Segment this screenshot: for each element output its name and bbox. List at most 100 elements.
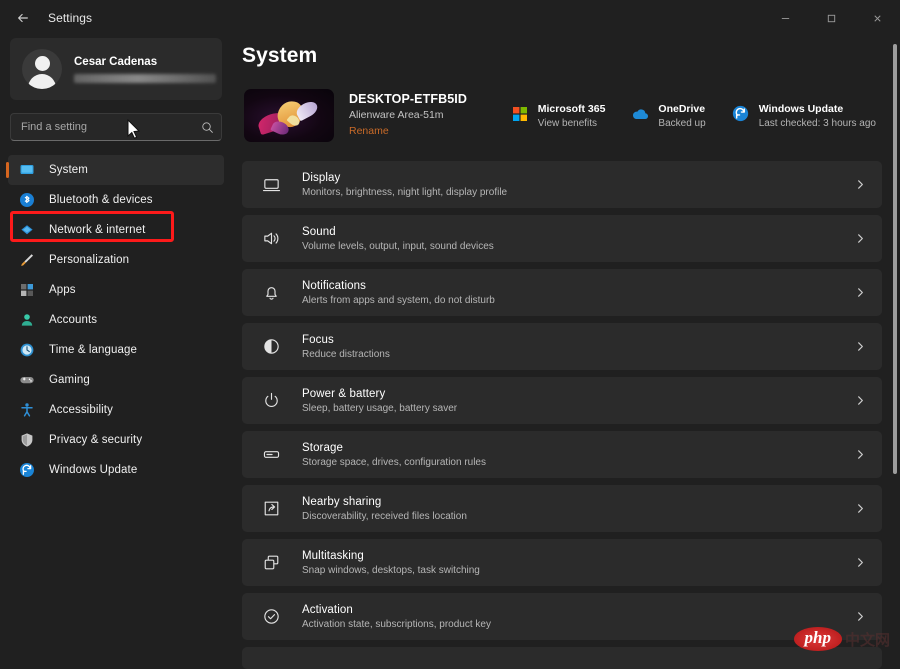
close-button[interactable]	[854, 0, 900, 36]
row-subtitle: Storage space, drives, configuration rul…	[302, 456, 486, 468]
search-button[interactable]	[198, 118, 216, 136]
chevron-right-icon[interactable]	[852, 393, 868, 409]
caption-buttons	[762, 0, 900, 36]
status-item-onedrive[interactable]: OneDrive Backed up	[631, 103, 706, 129]
title-bar: Settings	[0, 0, 900, 36]
row-text: Nearby sharing Discoverability, received…	[302, 496, 852, 522]
sidebar: Cesar Cadenas Find a setting System Blue…	[0, 36, 232, 669]
row-subtitle: Monitors, brightness, night light, displ…	[302, 186, 508, 198]
sidebar-item-label: Accessibility	[49, 404, 113, 416]
chevron-right-icon[interactable]	[852, 339, 868, 355]
maximize-icon	[827, 14, 835, 22]
row-title: Nearby sharing	[302, 495, 382, 508]
rename-link[interactable]: Rename	[349, 125, 389, 137]
settings-row-sound[interactable]: Sound Volume levels, output, input, soun…	[242, 215, 882, 262]
paintbrush-icon	[18, 251, 36, 269]
sidebar-item-label: Network & internet	[49, 224, 146, 236]
minimize-icon	[781, 17, 789, 19]
apps-grid-icon	[18, 281, 36, 299]
minimize-button[interactable]	[762, 0, 808, 36]
search-icon	[201, 121, 213, 133]
sidebar-item-apps[interactable]: Apps	[8, 275, 224, 305]
sidebar-item-network-internet[interactable]: Network & internet	[8, 215, 224, 245]
device-info: DESKTOP-ETFB5ID Alienware Area-51m Renam…	[349, 92, 467, 139]
settings-row-power-battery[interactable]: Power & battery Sleep, battery usage, ba…	[242, 377, 882, 424]
status-item-microsoft-365[interactable]: Microsoft 365 View benefits	[511, 103, 605, 129]
sidebar-item-accounts[interactable]: Accounts	[8, 305, 224, 335]
sidebar-item-windows-update[interactable]: Windows Update	[8, 455, 224, 485]
sidebar-item-label: Time & language	[49, 344, 138, 356]
status-title: OneDrive	[658, 102, 706, 115]
update-refresh-icon	[18, 461, 36, 479]
monitor-icon	[18, 161, 36, 179]
status-item-windows-update[interactable]: Windows Update Last checked: 3 hours ago	[732, 103, 876, 129]
settings-row-nearby-sharing[interactable]: Nearby sharing Discoverability, received…	[242, 485, 882, 532]
row-title: Storage	[302, 441, 343, 454]
chevron-right-icon[interactable]	[852, 609, 868, 625]
display-monitor-icon	[260, 174, 282, 196]
row-subtitle: Snap windows, desktops, task switching	[302, 564, 480, 576]
row-subtitle: Activation state, subscriptions, product…	[302, 618, 491, 630]
row-text: Notifications Alerts from apps and syste…	[302, 280, 852, 306]
settings-row-storage[interactable]: Storage Storage space, drives, configura…	[242, 431, 882, 478]
settings-row-multitasking[interactable]: Multitasking Snap windows, desktops, tas…	[242, 539, 882, 586]
status-title: Windows Update	[758, 102, 844, 115]
row-text: Activation Activation state, subscriptio…	[302, 604, 852, 630]
settings-row-focus[interactable]: Focus Reduce distractions	[242, 323, 882, 370]
power-icon	[260, 390, 282, 412]
chevron-right-icon[interactable]	[852, 447, 868, 463]
close-icon	[873, 14, 881, 22]
shield-icon	[18, 431, 36, 449]
windows-bloom-wallpaper-thumbnail	[244, 89, 334, 142]
sidebar-item-privacy-security[interactable]: Privacy & security	[8, 425, 224, 455]
settings-row-notifications[interactable]: Notifications Alerts from apps and syste…	[242, 269, 882, 316]
maximize-button[interactable]	[808, 0, 854, 36]
search-input[interactable]	[10, 113, 222, 141]
content-scrollbar[interactable]	[893, 44, 897, 604]
row-subtitle: Reduce distractions	[302, 348, 390, 360]
settings-window: Settings Cesar Cadenas Find a setting Sy…	[0, 0, 900, 669]
row-subtitle: Volume levels, output, input, sound devi…	[302, 240, 494, 252]
back-button[interactable]	[6, 3, 40, 33]
sidebar-item-label: Accounts	[49, 314, 98, 326]
row-text: Display Monitors, brightness, night ligh…	[302, 172, 852, 198]
sidebar-item-label: System	[49, 164, 88, 176]
focus-moon-icon	[260, 336, 282, 358]
microsoft-365-icon	[511, 105, 529, 123]
sidebar-item-bluetooth-devices[interactable]: Bluetooth & devices	[8, 185, 224, 215]
settings-row-next-partial[interactable]	[242, 647, 882, 669]
chevron-right-icon[interactable]	[852, 177, 868, 193]
status-subtitle: Last checked: 3 hours ago	[758, 117, 876, 129]
sidebar-item-personalization[interactable]: Personalization	[8, 245, 224, 275]
accessibility-icon	[18, 401, 36, 419]
sidebar-item-accessibility[interactable]: Accessibility	[8, 395, 224, 425]
sidebar-item-label: Windows Update	[49, 464, 138, 476]
row-title: Multitasking	[302, 549, 364, 562]
page-title: System	[242, 44, 318, 67]
chevron-right-icon[interactable]	[852, 555, 868, 571]
row-title: Power & battery	[302, 387, 386, 400]
chevron-right-icon[interactable]	[852, 501, 868, 517]
sidebar-item-label: Bluetooth & devices	[49, 194, 153, 206]
status-text: Windows Update Last checked: 3 hours ago	[759, 103, 876, 129]
row-subtitle: Alerts from apps and system, do not dist…	[302, 294, 495, 306]
chevron-right-icon[interactable]	[852, 231, 868, 247]
settings-row-activation[interactable]: Activation Activation state, subscriptio…	[242, 593, 882, 640]
row-subtitle: Discoverability, received files location	[302, 510, 467, 522]
user-account-card[interactable]: Cesar Cadenas	[10, 38, 222, 100]
chevron-right-icon[interactable]	[852, 285, 868, 301]
row-title: Sound	[302, 225, 336, 238]
scrollbar-thumb[interactable]	[893, 44, 897, 474]
sidebar-item-system[interactable]: System	[6, 155, 224, 185]
row-title: Focus	[302, 333, 334, 346]
search-container	[10, 113, 222, 141]
settings-row-display[interactable]: Display Monitors, brightness, night ligh…	[242, 161, 882, 208]
row-text: Power & battery Sleep, battery usage, ba…	[302, 388, 852, 414]
settings-rows: Display Monitors, brightness, night ligh…	[242, 161, 882, 669]
sidebar-item-time-language[interactable]: Time & language	[8, 335, 224, 365]
row-subtitle: Sleep, battery usage, battery saver	[302, 402, 458, 414]
status-text: OneDrive Backed up	[658, 103, 705, 129]
row-title: Display	[302, 171, 341, 184]
sidebar-item-gaming[interactable]: Gaming	[8, 365, 224, 395]
wifi-icon	[18, 221, 36, 239]
